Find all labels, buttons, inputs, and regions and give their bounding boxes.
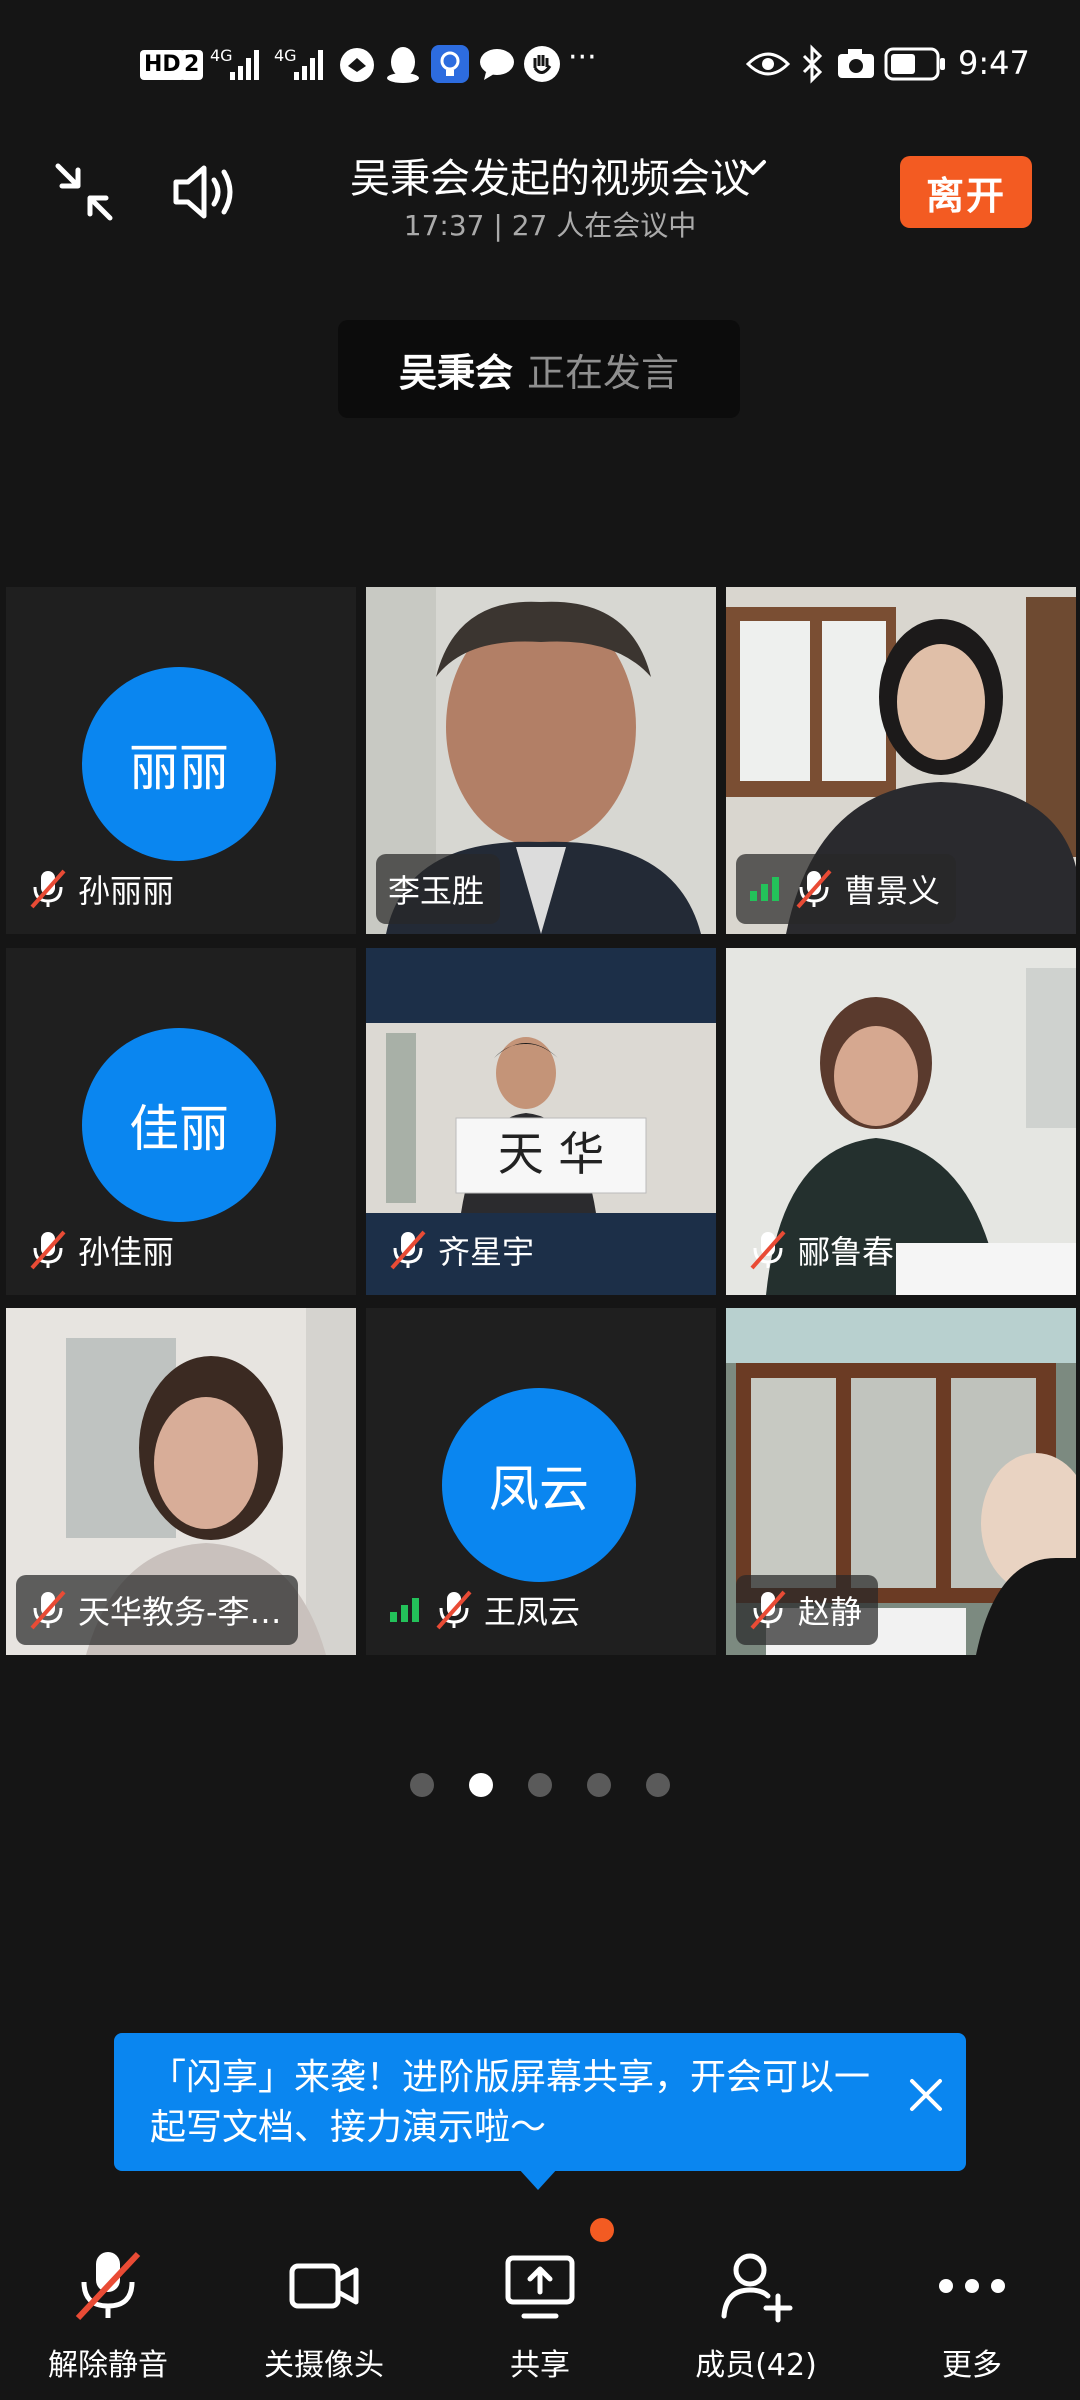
share-notification-badge (590, 2218, 614, 2242)
page-dot-active[interactable] (469, 1773, 493, 1797)
camera-label: 关摄像头 (264, 2348, 384, 2383)
page-dot[interactable] (587, 1773, 611, 1797)
participant-tile[interactable]: 曹景义 (726, 587, 1076, 934)
video-camera-icon (289, 2263, 359, 2309)
camera-status-icon (838, 49, 874, 78)
share-label: 共享 (510, 2348, 570, 2383)
chevron-down-icon[interactable] (738, 156, 768, 180)
page-dot[interactable] (528, 1773, 552, 1797)
hand-app-icon (524, 46, 560, 82)
camera-off-button[interactable]: 关摄像头 (216, 2212, 432, 2400)
participant-name: 齐星宇 (438, 1233, 535, 1271)
participant-name: 王凤云 (484, 1593, 581, 1631)
bottom-toolbar: 解除静音 关摄像头 共享 成员(42) 更多 (0, 2212, 1080, 2400)
page-indicator[interactable] (410, 1770, 670, 1800)
tip-text: 「闪享」来袭！进阶版屏幕共享，开会可以一起写文档、接力演示啦～ (150, 2057, 871, 2148)
more-dots-icon (939, 2279, 1005, 2293)
active-speaker-banner: 吴秉会 正在发言 (338, 320, 740, 418)
clock: 9:47 (958, 44, 1030, 82)
add-member-icon (721, 2253, 793, 2323)
page-dot[interactable] (410, 1773, 434, 1797)
mic-muted-icon (390, 1230, 426, 1270)
mic-muted-icon (796, 869, 832, 909)
speaker-status: 正在发言 (527, 350, 680, 395)
name-tag: 齐星宇 (376, 1215, 550, 1285)
participant-tile[interactable]: 凤云 王凤云 (366, 1308, 716, 1655)
participant-tile[interactable]: 佳丽 孙佳丽 (6, 948, 356, 1295)
screen-share-icon (505, 2255, 575, 2319)
members-button[interactable]: 成员(42) (648, 2212, 864, 2400)
name-tag: 曹景义 (736, 854, 957, 924)
battery-icon (884, 47, 945, 81)
meeting-subtitle: 17:37 | 27 人在会议中 (403, 209, 697, 242)
mic-muted-icon (75, 2251, 141, 2321)
more-label: 更多 (942, 2348, 1002, 2383)
participant-tile[interactable]: 郦鲁春 (726, 948, 1076, 1295)
members-label: 成员(42) (695, 2348, 817, 2383)
close-icon[interactable] (900, 2069, 952, 2121)
app-notification-icon (340, 48, 374, 82)
cellular-signal-icon-2 (294, 50, 323, 80)
name-tag: 赵静 (736, 1575, 879, 1645)
avatar: 丽丽 (82, 667, 276, 861)
minimize-window-icon[interactable] (50, 158, 118, 226)
name-tag: 天华教务-李… (16, 1575, 298, 1645)
hd-badge: HD (140, 50, 185, 80)
name-sign-text: 天 华 (498, 1127, 605, 1181)
message-icon (480, 49, 514, 80)
page-dot[interactable] (646, 1773, 670, 1797)
participant-name: 郦鲁春 (798, 1233, 895, 1271)
sim-badge: 2 (180, 50, 204, 80)
feature-tip-banner[interactable]: 「闪享」来袭！进阶版屏幕共享，开会可以一起写文档、接力演示啦～ (114, 2033, 966, 2171)
mic-muted-icon (750, 1230, 786, 1270)
name-tag: 王凤云 (376, 1575, 596, 1645)
status-bar: HD 2 4G 4G ··· 9:47 (0, 0, 1080, 130)
participant-tile[interactable]: 天华教务-李… (6, 1308, 356, 1655)
participant-tile[interactable]: 天 华 齐星宇 (366, 948, 716, 1295)
qq-icon (387, 47, 419, 83)
more-notifications-icon: ··· (568, 40, 597, 75)
name-tag: 孙丽丽 (16, 854, 190, 924)
bulb-app-icon (431, 45, 469, 83)
speaker-name: 吴秉会 (398, 350, 513, 395)
participant-tile[interactable]: 赵静 (726, 1308, 1076, 1655)
participant-name: 赵静 (798, 1593, 863, 1631)
mic-muted-icon (30, 869, 66, 909)
participant-name: 曹景义 (844, 872, 941, 910)
participant-name: 天华教务-李… (78, 1593, 282, 1631)
name-tag: 李玉胜 (376, 854, 501, 924)
participant-name: 李玉胜 (388, 872, 485, 910)
unmute-label: 解除静音 (48, 2348, 168, 2383)
signal-strength-icon (390, 1598, 419, 1622)
name-tag: 郦鲁春 (736, 1215, 910, 1285)
name-tag: 孙佳丽 (16, 1215, 190, 1285)
mic-muted-icon (750, 1590, 786, 1630)
mic-muted-icon (30, 1230, 66, 1270)
meeting-header: 吴秉会发起的视频会议 17:37 | 27 人在会议中 离开 (0, 130, 1080, 280)
cellular-signal-icon (230, 50, 259, 80)
participant-name: 孙丽丽 (78, 872, 175, 910)
eye-comfort-icon (746, 52, 790, 76)
mic-muted-icon (30, 1590, 66, 1630)
bluetooth-icon (802, 44, 823, 84)
participant-tile[interactable]: 李玉胜 (366, 587, 716, 934)
speaker-volume-icon[interactable] (170, 160, 240, 224)
participant-tile[interactable]: 丽丽 孙丽丽 (6, 587, 356, 934)
unmute-button[interactable]: 解除静音 (0, 2212, 216, 2400)
leave-button[interactable]: 离开 (900, 156, 1032, 228)
meeting-title[interactable]: 吴秉会发起的视频会议 (290, 146, 810, 204)
tip-pointer (518, 2168, 558, 2190)
share-button[interactable]: 共享 (432, 2212, 648, 2400)
avatar: 凤云 (442, 1388, 636, 1582)
mic-muted-icon (436, 1590, 472, 1630)
participant-name: 孙佳丽 (78, 1233, 175, 1271)
signal-strength-icon (750, 877, 779, 901)
avatar: 佳丽 (82, 1028, 276, 1222)
more-button[interactable]: 更多 (864, 2212, 1080, 2400)
